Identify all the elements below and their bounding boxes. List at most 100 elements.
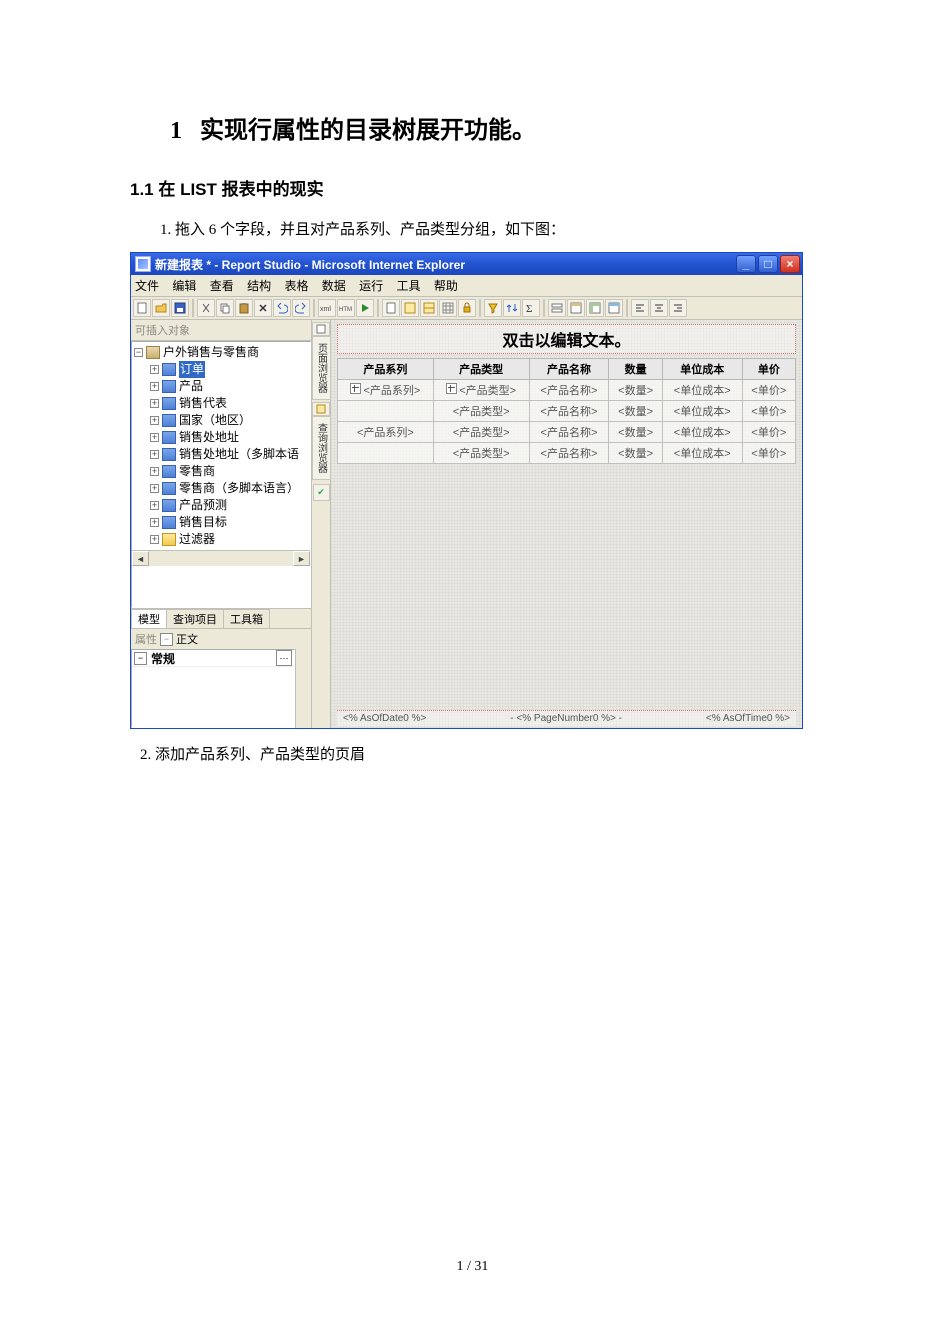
tree-item[interactable]: +产品: [150, 378, 310, 395]
list-cell[interactable]: [338, 401, 434, 422]
list-cell[interactable]: <产品名称>: [529, 422, 609, 443]
expand-icon[interactable]: +: [150, 467, 159, 476]
list-cell[interactable]: <产品类型>: [433, 422, 529, 443]
headers-icon[interactable]: [605, 299, 623, 317]
report-canvas[interactable]: 双击以编辑文本。 产品系列产品类型产品名称数量单位成本单价 <产品系列><产品类…: [331, 320, 802, 728]
expand-icon[interactable]: +: [150, 416, 159, 425]
menu-struct[interactable]: 结构: [247, 279, 271, 293]
list-cell[interactable]: <数量>: [609, 443, 662, 464]
menu-help[interactable]: 帮助: [434, 279, 458, 293]
tree-h-scrollbar[interactable]: ◄ ►: [132, 550, 310, 566]
expand-icon[interactable]: +: [150, 433, 159, 442]
list-column-header[interactable]: 数量: [609, 359, 662, 380]
open-icon[interactable]: [152, 299, 170, 317]
menu-edit[interactable]: 编辑: [172, 279, 196, 293]
list-cell[interactable]: <产品系列>: [338, 380, 434, 401]
list-cell[interactable]: <单位成本>: [662, 401, 742, 422]
menu-tools[interactable]: 工具: [397, 279, 421, 293]
model-tree[interactable]: − 户外销售与零售商 +订单+产品+销售代表+国家（地区）+销售处地址+销售处地…: [132, 342, 310, 550]
menu-data[interactable]: 数据: [322, 279, 346, 293]
page-icon[interactable]: [382, 299, 400, 317]
tab-query[interactable]: 查询项目: [166, 609, 224, 628]
tree-root[interactable]: − 户外销售与零售商: [134, 344, 310, 361]
list-cell[interactable]: <单位成本>: [662, 443, 742, 464]
new-icon[interactable]: [133, 299, 151, 317]
tree-item[interactable]: +零售商（多脚本语言）: [150, 480, 310, 497]
properties-grid[interactable]: − 常规 ⋯: [131, 649, 295, 728]
tab-model[interactable]: 模型: [131, 609, 167, 628]
section-icon[interactable]: [548, 299, 566, 317]
tree-item[interactable]: +销售处地址（多脚本语: [150, 446, 310, 463]
undo-icon[interactable]: [273, 299, 291, 317]
list-cell[interactable]: <数量>: [609, 422, 662, 443]
expand-icon[interactable]: +: [150, 382, 159, 391]
list-cell[interactable]: <单价>: [742, 401, 795, 422]
redo-icon[interactable]: [292, 299, 310, 317]
list-column-header[interactable]: 单价: [742, 359, 795, 380]
expand-icon[interactable]: +: [150, 484, 159, 493]
align-right-icon[interactable]: [669, 299, 687, 317]
tree-item[interactable]: +产品预测: [150, 497, 310, 514]
menu-file[interactable]: 文件: [135, 279, 159, 293]
collapse-props-icon[interactable]: −: [160, 633, 173, 646]
paste-icon[interactable]: [235, 299, 253, 317]
props-help-icon[interactable]: ⋯: [276, 650, 292, 666]
tree-item[interactable]: +国家（地区）: [150, 412, 310, 429]
list-column-header[interactable]: 产品类型: [433, 359, 529, 380]
tree-item[interactable]: +零售商: [150, 463, 310, 480]
cut-icon[interactable]: [197, 299, 215, 317]
minimize-button[interactable]: _: [736, 255, 756, 273]
expand-icon[interactable]: +: [150, 365, 159, 374]
list-cell[interactable]: <产品名称>: [529, 401, 609, 422]
list-cell[interactable]: <产品类型>: [433, 380, 529, 401]
tree-item[interactable]: +销售处地址: [150, 429, 310, 446]
list-cell[interactable]: <单位成本>: [662, 380, 742, 401]
list-cell[interactable]: <产品名称>: [529, 443, 609, 464]
window-titlebar[interactable]: 新建报表 * - Report Studio - Microsoft Inter…: [131, 253, 802, 275]
list-cell[interactable]: <数量>: [609, 401, 662, 422]
list-cell[interactable]: <产品类型>: [433, 443, 529, 464]
list-cell[interactable]: <单位成本>: [662, 422, 742, 443]
menu-table[interactable]: 表格: [284, 279, 308, 293]
list-cell[interactable]: <产品类型>: [433, 401, 529, 422]
page-preview-icon[interactable]: [401, 299, 419, 317]
lock-icon[interactable]: [458, 299, 476, 317]
list-cell[interactable]: <数量>: [609, 380, 662, 401]
save-icon[interactable]: [171, 299, 189, 317]
list-cell[interactable]: [338, 443, 434, 464]
tree-item[interactable]: +过滤器: [150, 531, 310, 548]
page-layout-icon[interactable]: [420, 299, 438, 317]
expand-icon[interactable]: +: [150, 501, 159, 510]
expand-icon[interactable]: +: [150, 399, 159, 408]
tab-query-explorer[interactable]: 查询浏览器: [312, 416, 331, 480]
tree-item[interactable]: +销售代表: [150, 395, 310, 412]
expand-icon[interactable]: +: [150, 535, 159, 544]
grid-icon[interactable]: [439, 299, 457, 317]
page-explorer-icon[interactable]: [312, 322, 330, 336]
align-left-icon[interactable]: [631, 299, 649, 317]
sort-icon[interactable]: [503, 299, 521, 317]
list-cell[interactable]: <单价>: [742, 443, 795, 464]
tab-page-explorer[interactable]: 页面浏览器: [312, 336, 331, 400]
run-icon[interactable]: [356, 299, 374, 317]
expand-icon[interactable]: −: [134, 652, 147, 665]
group-icon[interactable]: [567, 299, 585, 317]
expand-icon[interactable]: +: [150, 450, 159, 459]
xml-icon[interactable]: xml: [318, 299, 336, 317]
list-cell[interactable]: <产品名称>: [529, 380, 609, 401]
collapse-icon[interactable]: −: [134, 348, 143, 357]
pivot-icon[interactable]: [586, 299, 604, 317]
html-icon[interactable]: HTM: [337, 299, 355, 317]
list-column-header[interactable]: 产品系列: [338, 359, 434, 380]
tree-item[interactable]: +销售目标: [150, 514, 310, 531]
menu-run[interactable]: 运行: [359, 279, 383, 293]
scroll-left-icon[interactable]: ◄: [132, 551, 149, 566]
tree-item[interactable]: +订单: [150, 361, 310, 378]
scroll-right-icon[interactable]: ►: [293, 551, 310, 566]
maximize-button[interactable]: □: [758, 255, 778, 273]
query-explorer-icon[interactable]: [312, 402, 330, 416]
close-button[interactable]: ×: [780, 255, 800, 273]
cond-explorer-icon[interactable]: ✔: [313, 484, 330, 501]
list-column-header[interactable]: 单位成本: [662, 359, 742, 380]
sum-icon[interactable]: Σ: [522, 299, 540, 317]
